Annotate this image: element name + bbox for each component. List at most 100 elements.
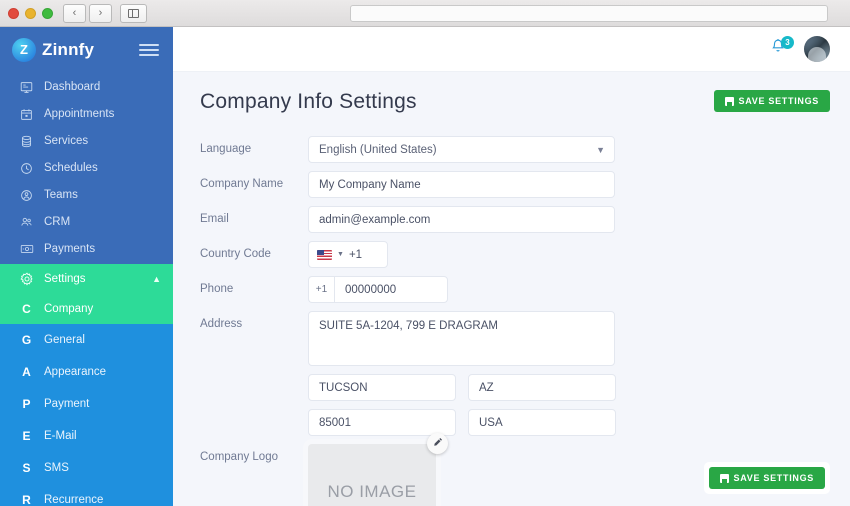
company-logo-placeholder: NO IMAGE [308, 444, 436, 506]
sidebar-item-label: General [44, 334, 85, 346]
sidebar-item-label: CRM [44, 216, 71, 228]
sidebar-item-label: Schedules [44, 162, 98, 174]
minimize-window-button[interactable] [25, 7, 36, 19]
chevron-down-icon: ▼ [337, 251, 344, 258]
sidebar-item-teams[interactable]: Teams [0, 183, 173, 207]
form-row-phone: Phone +1 [200, 276, 830, 303]
sidebar-item-label: Company [44, 303, 94, 315]
phone-label: Phone [200, 283, 234, 295]
address-bar[interactable] [350, 5, 828, 24]
email-label: Email [200, 213, 229, 225]
close-window-button[interactable] [8, 7, 19, 19]
sidebar-item-label: Appointments [44, 108, 115, 120]
database-icon [18, 135, 35, 148]
clock-icon [18, 162, 35, 175]
company-name-label: Company Name [200, 178, 284, 190]
sidebar-item-email[interactable]: E E-Mail [0, 420, 173, 452]
main-area: 3 Company Info Settings SAVE SETTINGS La… [173, 27, 850, 506]
brand[interactable]: Z Zinnfy [0, 27, 173, 72]
brand-name: Zinnfy [42, 39, 95, 59]
sidebar-item-label: Appearance [44, 366, 107, 378]
form-row-address: Address SUITE 5A-1204, 799 E DRAGRAM [200, 311, 830, 366]
city-input[interactable] [308, 374, 456, 401]
brand-logo-icon: Z [12, 37, 36, 62]
calendar-icon [18, 108, 35, 121]
sms-letter-icon: S [22, 461, 31, 475]
payment-letter-icon: P [22, 397, 31, 411]
zip-input[interactable] [308, 409, 456, 436]
country-input[interactable] [468, 409, 616, 436]
save-settings-button-top[interactable]: SAVE SETTINGS [713, 90, 830, 112]
form-row-country-code: Country Code ▼ +1 [200, 241, 830, 268]
form-row-company-name: Company Name [200, 171, 830, 198]
back-button[interactable]: ‹ [63, 3, 86, 23]
sidebar-item-label: Teams [44, 189, 78, 201]
language-select-wrap: English (United States) ▼ [308, 136, 615, 163]
company-info-form: Language English (United States) ▼ Compa… [200, 136, 830, 506]
maximize-window-button[interactable] [42, 7, 53, 19]
save-icon [724, 96, 734, 106]
general-letter-icon: G [21, 333, 32, 347]
address-textarea[interactable]: SUITE 5A-1204, 799 E DRAGRAM [308, 311, 615, 366]
window-traffic-lights [8, 7, 53, 19]
sidebar-item-appearance[interactable]: A Appearance [0, 356, 173, 388]
sidebar-item-company[interactable]: C Company [0, 294, 173, 324]
language-select[interactable]: English (United States) [308, 136, 615, 163]
state-input[interactable] [468, 374, 616, 401]
browser-nav-buttons: ‹ › [63, 3, 112, 23]
notifications-button[interactable]: 3 [768, 36, 794, 60]
pencil-icon [433, 437, 443, 450]
sidebar-item-payment[interactable]: P Payment [0, 388, 173, 420]
user-circle-icon [18, 189, 35, 202]
sidebar-item-label: Payments [44, 243, 96, 255]
page-title: Company Info Settings [200, 90, 417, 113]
sidebar-item-label: SMS [44, 462, 69, 474]
company-name-input[interactable] [308, 171, 615, 198]
email-input[interactable] [308, 206, 615, 233]
company-logo-wrap: NO IMAGE [308, 433, 448, 506]
users-icon [18, 215, 35, 229]
country-code-value: +1 [348, 248, 363, 261]
country-code-label: Country Code [200, 248, 271, 260]
form-row-city-state [308, 374, 830, 401]
sidebar-item-appointments[interactable]: Appointments [0, 102, 173, 126]
sidebar-panel-icon [128, 8, 139, 18]
avatar[interactable] [804, 36, 830, 62]
save-button-pad: SAVE SETTINGS [703, 462, 830, 494]
email-letter-icon: E [22, 429, 31, 443]
chevron-up-icon: ▲ [152, 274, 161, 284]
sidebar-item-payments[interactable]: Payments [0, 237, 173, 261]
form-row-email: Email [200, 206, 830, 233]
sidebar-item-crm[interactable]: CRM [0, 210, 173, 234]
sidebar-item-general[interactable]: G General [0, 324, 173, 356]
app-shell: Z Zinnfy Dashboard Appointments Services… [0, 27, 850, 506]
sidebar-item-recurrence[interactable]: R Recurrence [0, 484, 173, 506]
form-row-language: Language English (United States) ▼ [200, 136, 830, 163]
page-content: Company Info Settings SAVE SETTINGS Lang… [173, 72, 850, 506]
hamburger-menu-icon[interactable] [139, 43, 159, 56]
sidebar-item-schedules[interactable]: Schedules [0, 156, 173, 180]
card-icon [18, 242, 35, 256]
sidebar-item-label: Services [44, 135, 89, 147]
save-icon [719, 473, 729, 483]
form-row-zip-country [308, 409, 830, 436]
company-logo-label: Company Logo [200, 451, 278, 463]
sidebar-item-services[interactable]: Services [0, 129, 173, 153]
sidebar-item-dashboard[interactable]: Dashboard [0, 75, 173, 99]
recurrence-letter-icon: R [22, 493, 31, 506]
phone-input[interactable] [334, 276, 448, 303]
country-code-select[interactable]: ▼ +1 [308, 241, 388, 268]
save-settings-label: SAVE SETTINGS [738, 96, 819, 106]
sidebar-item-settings[interactable]: Settings ▲ [0, 264, 173, 294]
forward-button[interactable]: › [89, 3, 112, 23]
sidebar-item-sms[interactable]: S SMS [0, 452, 173, 484]
edit-logo-button[interactable] [427, 433, 448, 454]
save-settings-label: SAVE SETTINGS [733, 473, 814, 483]
sidebar-item-label: Payment [44, 398, 90, 410]
sidebar-toggle-button[interactable] [120, 3, 147, 23]
save-settings-button-bottom[interactable]: SAVE SETTINGS [708, 467, 825, 489]
company-letter-icon: C [22, 302, 31, 316]
address-input[interactable] [351, 8, 827, 24]
sidebar-item-label: E-Mail [44, 430, 77, 442]
us-flag-icon [317, 249, 332, 260]
